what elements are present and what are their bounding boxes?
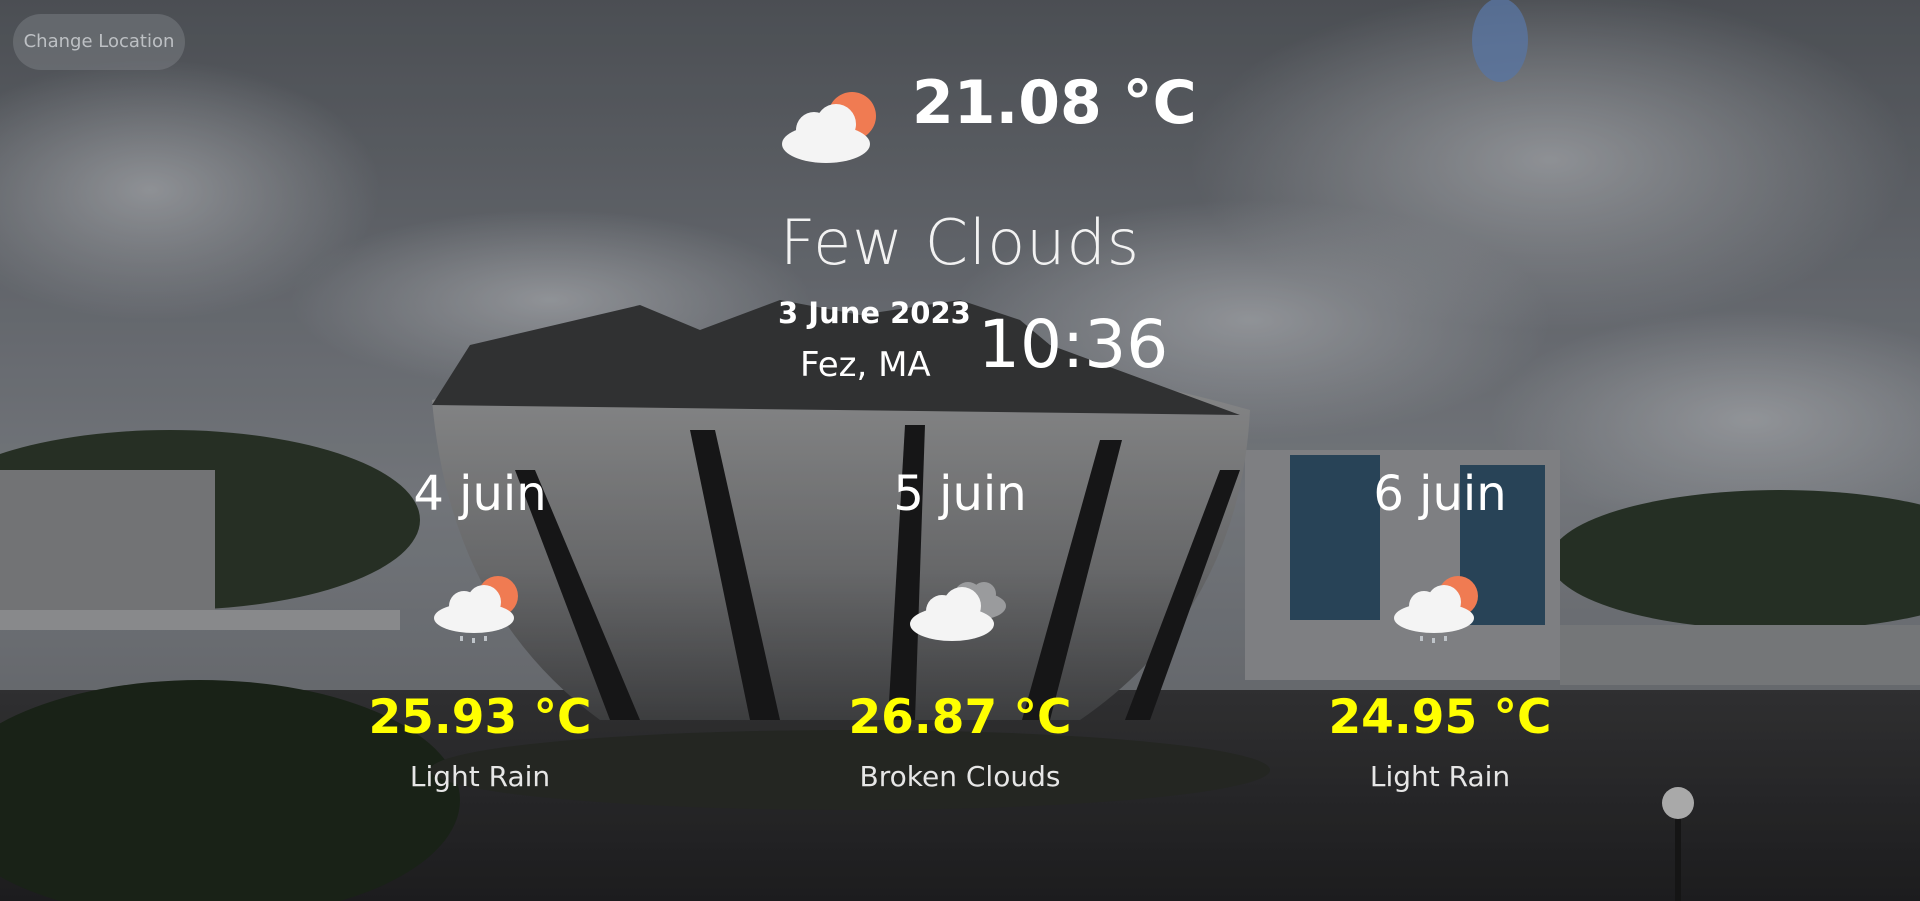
forecast-description: Broken Clouds (859, 760, 1061, 793)
broken-clouds-icon (910, 582, 1006, 641)
current-date: 3 June 2023 (778, 296, 971, 330)
few-clouds-icon (782, 92, 876, 163)
forecast-day-card: 6 juin 24.95 °C Light Rain (1290, 466, 1590, 806)
weather-app: Change Location 21.08 °C Few Clouds 3 Ju… (0, 0, 1920, 901)
current-condition: Few Clouds (779, 206, 1141, 279)
forecast-day-label: 5 juin (893, 466, 1027, 522)
current-weather: 21.08 °C Few Clouds 3 June 2023 Fez, MA … (0, 0, 1920, 420)
light-rain-icon (434, 576, 518, 643)
forecast-day-label: 6 juin (1373, 466, 1507, 522)
forecast-day-card: 5 juin 26.87 °C Broken Clouds (810, 466, 1110, 806)
forecast-description: Light Rain (409, 760, 551, 793)
light-rain-icon (1394, 576, 1478, 643)
forecast-temperature: 25.93 °C (368, 690, 592, 745)
forecast-day-card: 4 juin 25.93 °C Light Rain (330, 466, 630, 806)
current-time: 10:36 (978, 306, 1169, 383)
current-location: Fez, MA (800, 345, 931, 385)
forecast-temperature: 26.87 °C (848, 690, 1072, 745)
current-temperature: 21.08 °C (912, 68, 1197, 138)
forecast-day-label: 4 juin (413, 466, 547, 522)
forecast-temperature: 24.95 °C (1328, 690, 1552, 745)
forecast-description: Light Rain (1369, 760, 1511, 793)
